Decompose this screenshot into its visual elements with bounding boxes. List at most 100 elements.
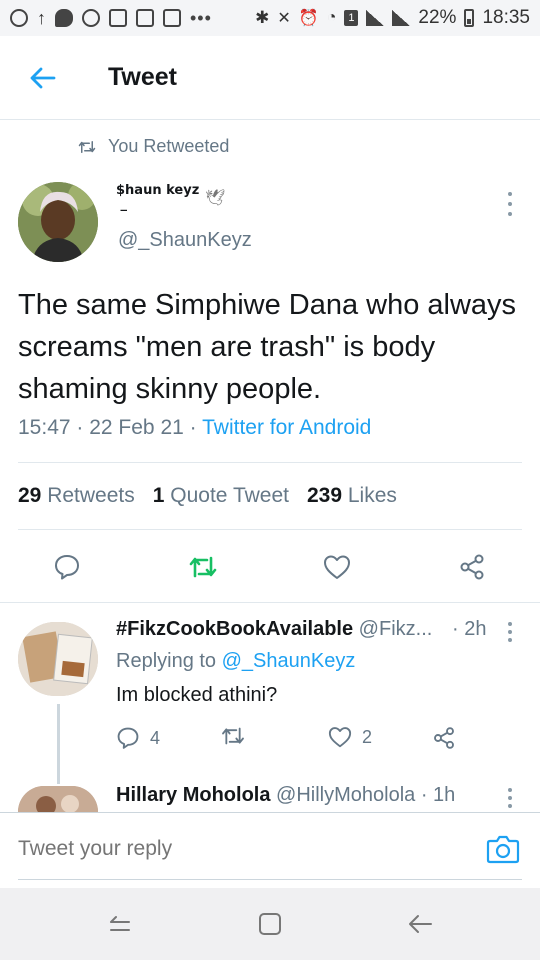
composer-underline bbox=[18, 879, 522, 880]
signal-icon bbox=[392, 10, 411, 26]
retweets-stat[interactable]: 29 Retweets bbox=[18, 484, 135, 508]
like-count: 2 bbox=[362, 726, 373, 747]
dot-icon bbox=[508, 788, 512, 792]
tweet-text: The same Simphiwe Dana who always scream… bbox=[18, 289, 517, 405]
home-button[interactable] bbox=[252, 906, 288, 942]
divider bbox=[0, 602, 540, 603]
back-arrow-icon bbox=[409, 915, 432, 933]
quotes-label: Quote Tweet bbox=[170, 484, 289, 507]
share-icon bbox=[460, 554, 484, 580]
heart-icon bbox=[328, 727, 352, 748]
replying-to-link[interactable]: @_ShaunKeyz bbox=[222, 650, 356, 672]
avatar[interactable] bbox=[18, 786, 98, 812]
reply-display-name: Hillary Moholola bbox=[116, 784, 271, 806]
meta-separator: · bbox=[189, 416, 203, 439]
comment-icon bbox=[55, 555, 79, 580]
reply-menu-button[interactable] bbox=[502, 622, 518, 642]
alarm-icon: ⏰ bbox=[298, 10, 319, 27]
dot-icon bbox=[508, 804, 512, 808]
system-icons: ✱ ✕ ⏰ ◔ 1 22% 18:35 bbox=[255, 7, 530, 29]
divider bbox=[18, 529, 522, 530]
author-name-row[interactable]: $haun keyz _ 🕊 bbox=[116, 183, 226, 213]
like-button[interactable] bbox=[320, 550, 354, 584]
more-notifications-icon: ••• bbox=[190, 7, 212, 28]
retweet-indicator: You Retweeted bbox=[78, 136, 229, 157]
gallery-icon bbox=[136, 9, 154, 27]
sim-badge: 1 bbox=[344, 10, 359, 26]
avatar[interactable] bbox=[18, 622, 98, 696]
replying-prefix: Replying to bbox=[116, 650, 217, 672]
replying-to: Replying to @_ShaunKeyz bbox=[116, 650, 355, 673]
reply-button[interactable]: 4 bbox=[116, 726, 160, 750]
reply-header[interactable]: Hillary Moholola @HillyMoholola · 1h bbox=[116, 784, 455, 807]
whatsapp-icon bbox=[10, 9, 28, 27]
back-nav-button[interactable] bbox=[402, 906, 438, 942]
reply-time: · 2h bbox=[452, 618, 487, 640]
likes-label: Likes bbox=[347, 484, 397, 507]
avatar-photo bbox=[18, 786, 98, 812]
retweet-icon bbox=[189, 556, 217, 578]
comment-icon bbox=[117, 727, 139, 749]
dot-icon bbox=[508, 212, 512, 216]
share-button[interactable] bbox=[432, 726, 456, 750]
recents-button[interactable] bbox=[102, 906, 138, 942]
mute-icon: ✕ bbox=[277, 10, 291, 27]
reply-menu-button[interactable] bbox=[502, 788, 518, 808]
quotes-count: 1 bbox=[152, 484, 165, 507]
retweet-button[interactable] bbox=[220, 726, 256, 746]
dot-icon bbox=[508, 622, 512, 626]
likes-stat[interactable]: 239 Likes bbox=[307, 484, 397, 508]
home-icon bbox=[259, 913, 281, 935]
camera-icon bbox=[486, 835, 520, 864]
avatar-photo bbox=[18, 622, 98, 696]
like-button[interactable]: 2 bbox=[328, 726, 372, 748]
back-button[interactable] bbox=[12, 48, 72, 108]
dot-icon bbox=[508, 630, 512, 634]
author-handle[interactable]: @_ShaunKeyz bbox=[118, 229, 252, 252]
avatar[interactable] bbox=[18, 182, 98, 262]
divider bbox=[18, 462, 522, 463]
quotes-stat[interactable]: 1 Quote Tweet bbox=[153, 484, 289, 508]
status-bar: ↑ ••• ✱ ✕ ⏰ ◔ 1 22% 18:35 bbox=[0, 0, 540, 36]
retweets-label: Retweets bbox=[47, 484, 135, 507]
notification-icons: ↑ ••• bbox=[10, 8, 212, 29]
reply-input[interactable] bbox=[18, 837, 458, 861]
clock: 18:35 bbox=[482, 7, 530, 28]
dot-icon bbox=[508, 796, 512, 800]
avatar-photo bbox=[18, 182, 98, 262]
reply-count: 4 bbox=[150, 727, 161, 748]
tweet-meta: 15:47 · 22 Feb 21 · Twitter for Android bbox=[18, 416, 371, 440]
battery-icon bbox=[464, 9, 475, 27]
tweet-action-bar bbox=[0, 544, 540, 588]
reply-text: Im blocked athini? bbox=[116, 684, 278, 706]
reply-button[interactable] bbox=[50, 550, 84, 584]
recents-icon bbox=[110, 916, 130, 931]
battery-percent: 22% bbox=[418, 7, 457, 28]
reply-time: · 1h bbox=[420, 784, 456, 806]
retweets-count: 29 bbox=[18, 484, 42, 507]
tweet-time: 15:47 bbox=[18, 416, 71, 439]
camera-button[interactable] bbox=[486, 833, 520, 865]
tweet-stats: 29 Retweets 1 Quote Tweet 239 Likes bbox=[18, 484, 397, 508]
reply-action-bar: 4 2 bbox=[116, 726, 516, 756]
dot-icon bbox=[508, 192, 512, 196]
wifi-icon: ◔ bbox=[326, 9, 337, 26]
arrow-left-icon bbox=[30, 67, 56, 88]
retweet-button[interactable] bbox=[186, 550, 220, 584]
reply-display-name: #FikzCookBookAvailable bbox=[116, 618, 354, 640]
tweet-source-link[interactable]: Twitter for Android bbox=[202, 416, 371, 439]
tweet-menu-button[interactable] bbox=[500, 192, 520, 216]
retweet-label: You Retweeted bbox=[108, 136, 230, 156]
dot-icon bbox=[508, 638, 512, 642]
instagram-icon bbox=[82, 9, 100, 27]
retweet-icon bbox=[78, 140, 96, 153]
gmail-icon bbox=[163, 9, 181, 27]
tweet-date: 22 Feb 21 bbox=[89, 416, 184, 439]
reply-handle: @HillyMoholola bbox=[276, 784, 416, 806]
page-title: Tweet bbox=[108, 63, 177, 91]
share-button[interactable] bbox=[455, 550, 489, 584]
share-icon bbox=[434, 727, 454, 749]
message-icon bbox=[55, 9, 73, 27]
bluetooth-icon: ✱ bbox=[255, 8, 270, 27]
gmail-icon bbox=[109, 9, 127, 27]
